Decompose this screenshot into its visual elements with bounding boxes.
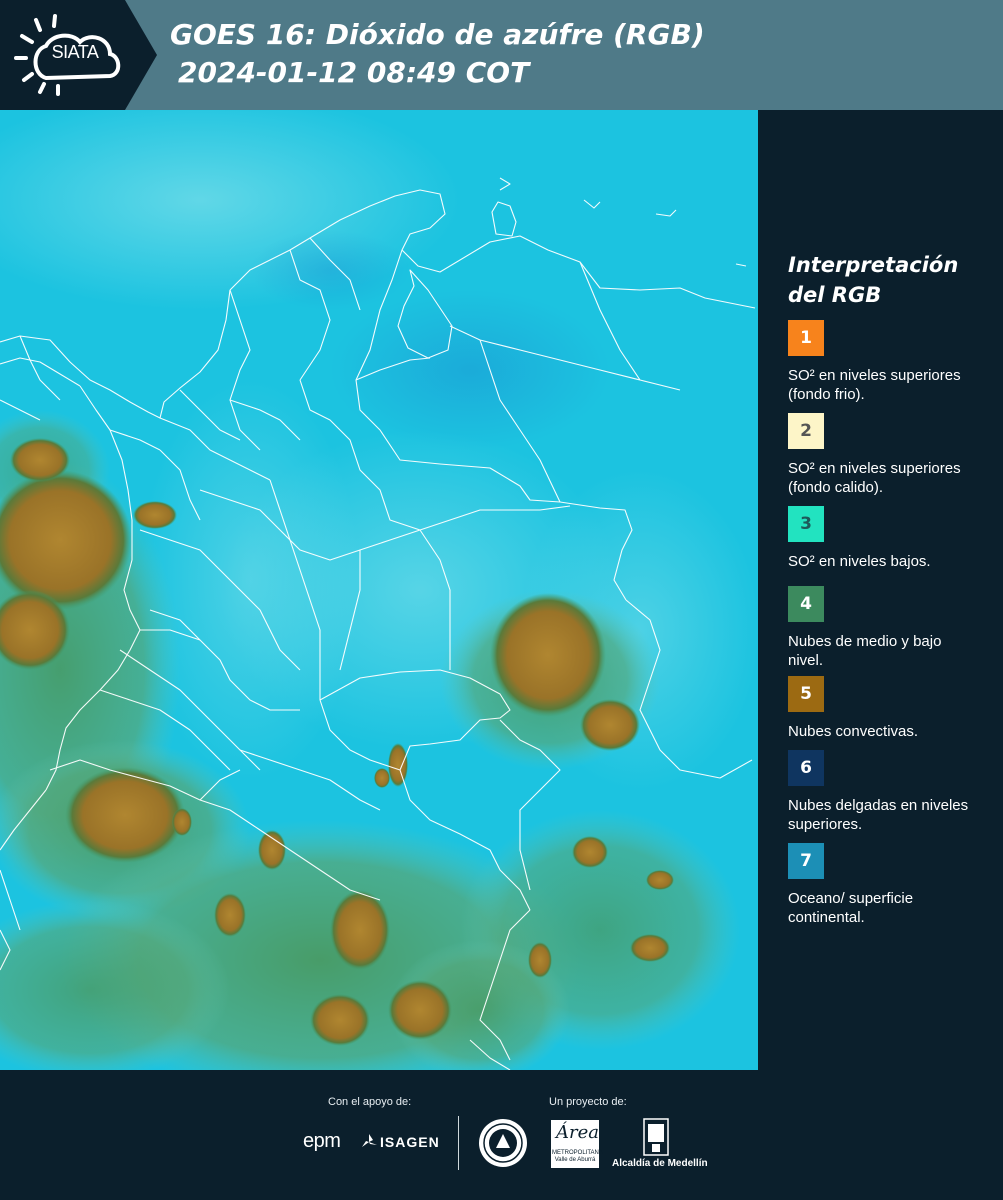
area-text: METROPOLITANA Valle de Aburrá xyxy=(552,1150,603,1163)
legend-item-1: 1 SO² en niveles superiores (fondo frio). xyxy=(788,320,978,404)
legend-swatch: 7 xyxy=(788,843,824,879)
legend-item-5: 5 Nubes convectivas. xyxy=(788,676,978,741)
legend-title-line2: del RGB xyxy=(788,283,882,307)
support-label: Con el apoyo de: xyxy=(328,1096,412,1108)
legend-swatch: 5 xyxy=(788,676,824,712)
legend-swatch: 1 xyxy=(788,320,824,356)
legend-panel: Interpretación del RGB 1 SO² en niveles s… xyxy=(758,110,1003,1070)
legend-item-2: 2 SO² en niveles superiores (fondo calido… xyxy=(788,413,978,497)
header-bar: SIATA GOES 16: Dióxido de azúfre (RGB) 2… xyxy=(0,0,1003,110)
epm-logo[interactable]: epm xyxy=(303,1130,341,1153)
logo-arrow xyxy=(125,0,157,110)
legend-title: Interpretación del RGB xyxy=(788,250,958,310)
isagen-logo[interactable]: ISAGEN xyxy=(380,1134,440,1150)
seal-icon[interactable] xyxy=(478,1118,528,1168)
siata-logo[interactable]: SIATA xyxy=(0,0,125,110)
page-title: GOES 16: Dióxido de azúfre (RGB) 2024-01… xyxy=(170,16,705,92)
legend-item-4: 4 Nubes de medio y bajo nivel. xyxy=(788,586,978,670)
legend-swatch: 6 xyxy=(788,750,824,786)
title-product: GOES 16: Dióxido de azúfre (RGB) xyxy=(170,18,705,51)
footer: Con el apoyo de: Un proyecto de: epm ISA… xyxy=(0,1070,1003,1200)
legend-label: Nubes de medio y bajo nivel. xyxy=(788,633,942,669)
map-canvas xyxy=(0,110,758,1070)
legend-label: Nubes delgadas en niveles superiores. xyxy=(788,797,969,833)
legend-swatch: 2 xyxy=(788,413,824,449)
alcaldia-label: Alcaldía de Medellín xyxy=(612,1158,708,1169)
legend-item-6: 6 Nubes delgadas en niveles superiores. xyxy=(788,750,978,834)
legend-swatch: 4 xyxy=(788,586,824,622)
project-label: Un proyecto de: xyxy=(549,1096,627,1108)
legend-item-3: 3 SO² en niveles bajos. xyxy=(788,506,978,571)
legend-label: Nubes convectivas. xyxy=(788,723,919,740)
legend-item-7: 7 Oceano/ superficie continental. xyxy=(788,843,978,927)
legend-title-line1: Interpretación xyxy=(788,253,959,277)
legend-swatch: 3 xyxy=(788,506,824,542)
isagen-icon xyxy=(362,1134,377,1147)
medellin-shield-icon xyxy=(643,1118,669,1156)
legend-label: Oceano/ superficie continental. xyxy=(788,890,914,926)
title-timestamp: 2024-01-12 08:49 COT xyxy=(178,56,530,89)
legend-label: SO² en niveles superiores (fondo calido)… xyxy=(788,460,961,496)
area-script: Área xyxy=(556,1122,599,1143)
logo-text: SIATA xyxy=(51,42,99,62)
satellite-map[interactable] xyxy=(0,110,758,1070)
footer-divider xyxy=(458,1116,459,1170)
legend-label: SO² en niveles superiores (fondo frio). xyxy=(788,367,961,403)
legend-label: SO² en niveles bajos. xyxy=(788,553,931,570)
